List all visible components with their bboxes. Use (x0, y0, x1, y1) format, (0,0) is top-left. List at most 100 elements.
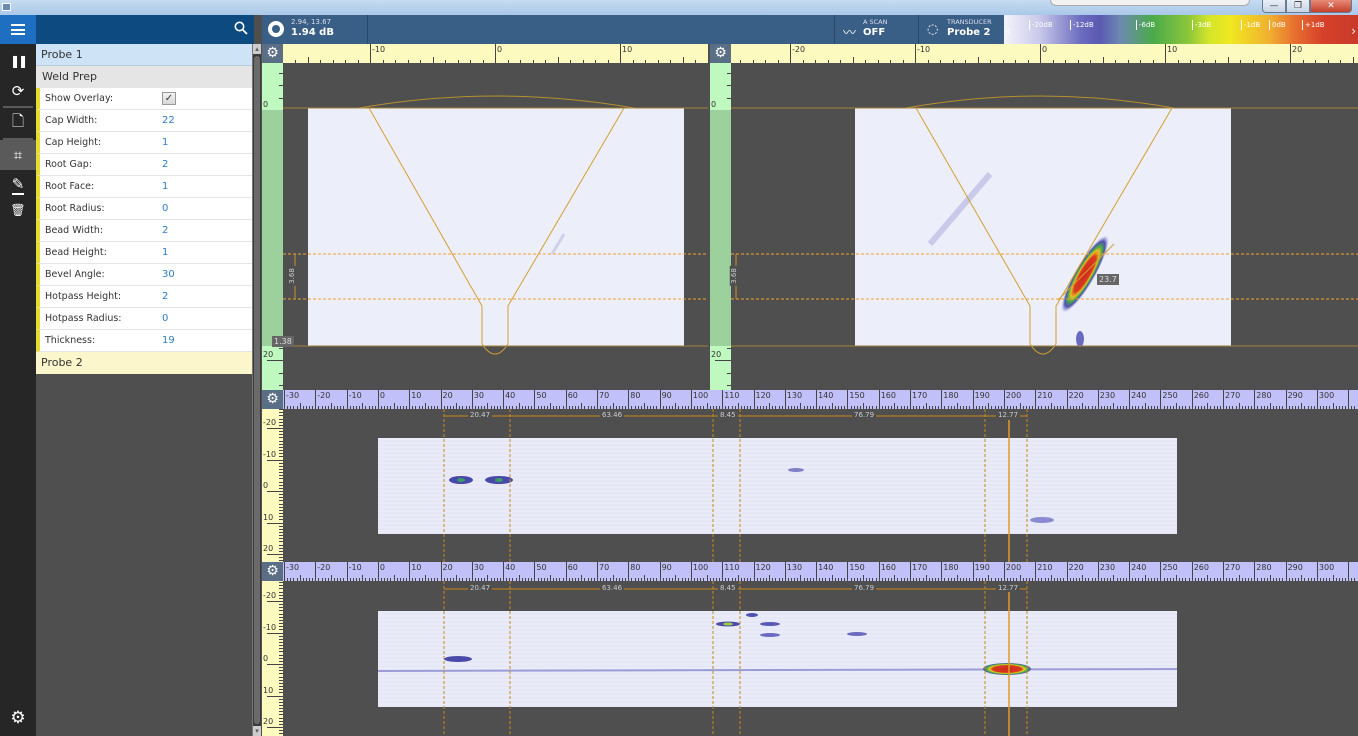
prop-row: Root Gap: 2 (36, 154, 252, 176)
prop-value[interactable]: 2 (162, 291, 168, 302)
prop-value[interactable]: 2 (162, 159, 168, 170)
prop-row: Cap Width: 22 (36, 110, 252, 132)
measurement-label: 12.77 (996, 584, 1021, 592)
prop-value[interactable]: 1 (162, 247, 168, 258)
transducer-selector[interactable]: ◌ TRANSDUCER Probe 2 (918, 15, 1004, 44)
probe2-header[interactable]: Probe 2 (36, 352, 252, 374)
delete-button[interactable]: 🗑 (0, 200, 36, 220)
close-button[interactable]: ✕ (1310, 0, 1352, 13)
menu-button[interactable] (0, 15, 36, 44)
prop-row: Thickness: 19 (36, 330, 252, 352)
aperture-icon (268, 21, 284, 37)
pause-icon: ❚❚ (9, 54, 28, 68)
palette-label: +1dB (1302, 20, 1325, 30)
palette-prev-icon[interactable]: ‹ (1006, 24, 1011, 38)
prop-value[interactable]: 22 (162, 115, 175, 126)
panel-header (36, 15, 254, 44)
new-file-icon: 🗋 (11, 111, 25, 130)
palette-label: -20dB (1029, 20, 1053, 30)
prop-value[interactable]: 1 (162, 137, 168, 148)
top-info-bar: 2.94, 13.67 1.94 dB 〰 A SCAN OFF ◌ TRANS… (262, 15, 1358, 44)
depth-badge: 1.38 (272, 336, 294, 347)
prop-label: Show Overlay: (45, 93, 114, 104)
palette-label: 0dB (1269, 20, 1286, 30)
scroll-thumb[interactable] (254, 56, 260, 724)
cscan-view-2[interactable]: ⚙ -30 -20 -10 0 10 20 30 40 50 60 70 80 90 100 110 120 1… (262, 562, 1358, 736)
prop-label: Bead Height: (45, 247, 107, 258)
palette-label: -12dB (1070, 20, 1094, 30)
scroll-up-icon[interactable]: ▴ (253, 44, 261, 54)
cursor-readout: 2.94, 13.67 1.94 dB (262, 15, 368, 44)
prop-row: Bead Height: 1 (36, 242, 252, 264)
measurement-label: 20.47 (468, 584, 493, 592)
ascan-toggle[interactable]: 〰 A SCAN OFF (834, 15, 918, 44)
crop-icon: ⌗ (13, 146, 23, 164)
measurement-label: 8.45 (718, 411, 738, 419)
gate-height-label: 3.68 (287, 266, 296, 286)
ascan-label: A SCAN (863, 18, 888, 26)
settings-button[interactable]: ⚙ (0, 708, 36, 728)
measurement-label: 76.79 (852, 584, 877, 592)
panel-scrollbar[interactable]: ▴ ▾ (252, 44, 261, 736)
prop-label: Cap Width: (45, 115, 98, 126)
prop-label: Root Radius: (45, 203, 105, 214)
transducer-label: TRANSDUCER (947, 18, 992, 26)
show-overlay-checkbox[interactable]: ✓ (162, 92, 176, 105)
palette-next-icon[interactable]: › (1351, 24, 1356, 38)
prop-value[interactable]: 2 (162, 225, 168, 236)
cscan-view-1[interactable]: ⚙ -30 -20 -10 0 10 20 30 40 50 60 70 80 90 100 110 120 1… (262, 390, 1358, 562)
prop-row: Root Face: 1 (36, 176, 252, 198)
window-controls: — ❐ ✕ (1262, 0, 1352, 14)
prop-label: Hotpass Height: (45, 291, 122, 302)
refresh-button[interactable]: ⟳ (0, 76, 36, 106)
measurement-label: 8.45 (718, 584, 738, 592)
weld-overlay (731, 95, 1358, 355)
prop-row: Bead Width: 2 (36, 220, 252, 242)
weld-prep-section[interactable]: Weld Prep (36, 66, 252, 88)
prop-label: Bevel Angle: (45, 269, 105, 280)
prop-row: Bevel Angle: 30 (36, 264, 252, 286)
prop-label: Root Face: (45, 181, 95, 192)
ascan-value: OFF (863, 27, 886, 38)
prop-label: Thickness: (45, 335, 96, 346)
cursor-amplitude: 1.94 dB (291, 27, 334, 38)
prop-label: Hotpass Radius: (45, 313, 122, 324)
measurement-label: 12.77 (996, 411, 1021, 419)
amplitude-badge: 23.7 (1097, 274, 1119, 285)
color-palette-bar[interactable]: ‹ -20dB -12dB -6dB -3dB -1dB 0dB +1dB › (1004, 15, 1358, 44)
trash-icon: 🗑 (10, 203, 26, 217)
prop-label: Root Gap: (45, 159, 92, 170)
prop-label: Bead Width: (45, 225, 104, 236)
palette-label: -1dB (1241, 20, 1260, 30)
prop-show-overlay: Show Overlay: ✓ (36, 88, 252, 110)
prop-value[interactable]: 30 (162, 269, 175, 280)
measurement-label: 63.46 (600, 584, 625, 592)
prop-row: Hotpass Radius: 0 (36, 308, 252, 330)
prop-row: Cap Height: 1 (36, 132, 252, 154)
crop-button[interactable]: ⌗ (0, 140, 36, 170)
prop-label: Cap Height: (45, 137, 102, 148)
weld-overlay (283, 95, 708, 355)
measurement-overlay (443, 409, 1054, 562)
prop-value[interactable]: 0 (162, 313, 168, 324)
prop-value[interactable]: 19 (162, 335, 175, 346)
minimize-button[interactable]: — (1262, 0, 1286, 13)
sscan-view-probe2[interactable]: ⚙ -20-1001020 01020 3.68 23.7 (710, 44, 1358, 390)
transducer-value: Probe 2 (947, 27, 991, 38)
scroll-down-icon[interactable]: ▾ (253, 726, 261, 736)
sscan-view-probe1[interactable]: ⚙ -10010 01020 3.68 1.38 (262, 44, 708, 390)
maximize-button[interactable]: ❐ (1286, 0, 1310, 13)
gate-height-label: 3.68 (729, 266, 738, 286)
measurement-label: 63.46 (600, 411, 625, 419)
prop-value[interactable]: 0 (162, 203, 168, 214)
measurement-label: 20.47 (468, 411, 493, 419)
edit-button[interactable]: ✎ (0, 170, 36, 200)
new-file-button[interactable]: 🗋 (0, 108, 36, 138)
prop-value[interactable]: 1 (162, 181, 168, 192)
probe1-header[interactable]: Probe 1 (36, 44, 252, 66)
pause-button[interactable]: ❚❚ (0, 46, 36, 76)
measurement-overlay (377, 581, 1178, 736)
search-icon[interactable] (234, 21, 248, 35)
gear-icon: ⚙ (10, 708, 26, 728)
app-icon (2, 3, 11, 11)
